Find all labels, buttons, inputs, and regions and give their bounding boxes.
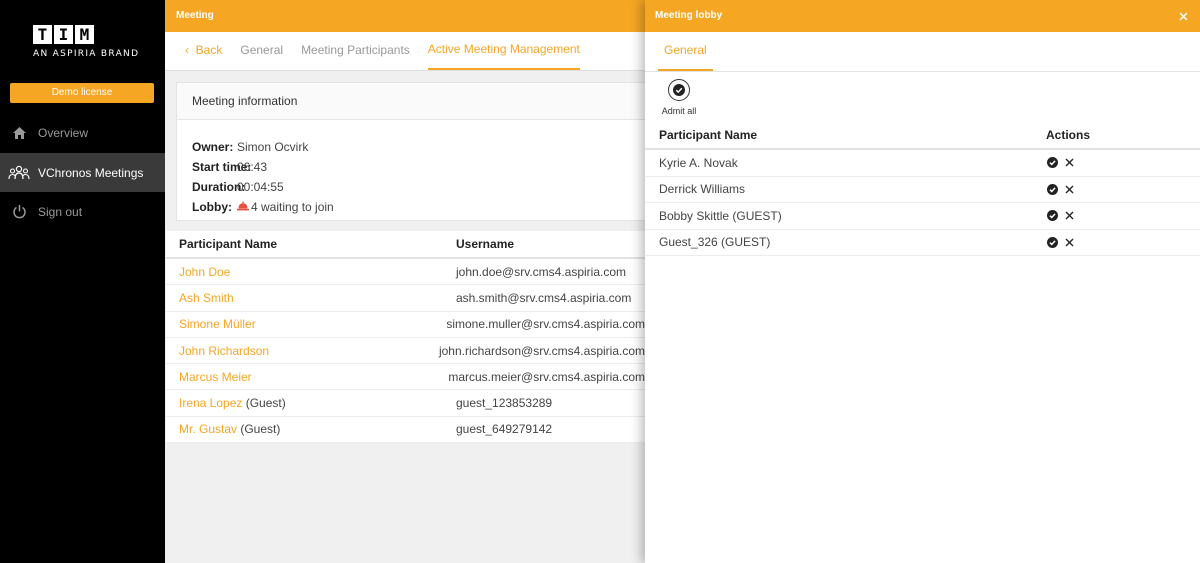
- participant-link[interactable]: Mr. Gustav: [179, 422, 237, 436]
- list-item: Guest_326 (GUEST): [645, 230, 1200, 256]
- brand-letter: T: [33, 25, 52, 44]
- owner-value: Simon Ocvirk: [237, 140, 309, 154]
- participant-username: simone.muller@srv.cms4.aspiria.com: [446, 317, 645, 332]
- tab-bar: ‹ Back General Meeting Participants Acti…: [165, 32, 645, 71]
- column-header-username: Username: [456, 237, 515, 251]
- table-row: Irena Lopez (Guest) guest_123853289: [166, 390, 645, 417]
- lobby-participant-name: Kyrie A. Novak: [659, 155, 738, 170]
- admit-check-icon[interactable]: [1046, 236, 1058, 248]
- start-time-row: Start time: 06:43: [192, 157, 645, 177]
- lobby-participant-name: Derrick Williams: [659, 182, 745, 197]
- brand-logo: T I M AN ASPIRIA BRAND: [33, 25, 140, 65]
- duration-value: 00:04:55: [237, 180, 284, 194]
- lobby-table: Participant Name Actions Kyrie A. Novak …: [645, 122, 1200, 256]
- brand-subtitle: AN ASPIRIA BRAND: [33, 49, 140, 59]
- chevron-left-icon: ‹: [185, 43, 196, 57]
- column-header-participant-name: Participant Name: [179, 237, 278, 251]
- table-row: Simone Müller simone.muller@srv.cms4.asp…: [166, 312, 645, 338]
- brand-letters: T I M: [33, 25, 133, 45]
- participant-username: john.richardson@srv.cms4.aspiria.com: [438, 343, 645, 358]
- table-row: Marcus Meier marcus.meier@srv.cms4.aspir…: [166, 364, 645, 391]
- admit-check-icon[interactable]: [1046, 157, 1058, 169]
- participant-link[interactable]: John Richardson: [179, 344, 269, 358]
- participant-username: guest_123853289: [456, 396, 553, 411]
- participant-link[interactable]: Simone Müller: [179, 317, 256, 331]
- admit-check-icon[interactable]: [1046, 183, 1058, 195]
- participant-username: guest_649279142: [456, 422, 553, 437]
- sidebar-item-sign-out[interactable]: Sign out: [0, 192, 165, 231]
- column-header-actions: Actions: [1046, 128, 1091, 142]
- admit-all-label: Admit all: [661, 106, 697, 116]
- lobby-label: Lobby:: [192, 200, 232, 214]
- lobby-tab-bar: General: [645, 32, 1200, 72]
- reject-x-icon[interactable]: [1063, 210, 1075, 222]
- sidebar-item-overview[interactable]: Overview: [0, 113, 165, 152]
- home-icon: [0, 126, 38, 140]
- participant-suffix: (Guest): [237, 422, 281, 437]
- lobby-participant-name: Bobby Skittle (GUEST): [659, 208, 782, 223]
- lobby-participant-name: Guest_326 (GUEST): [659, 235, 771, 250]
- sidebar-item-vchronos-meetings[interactable]: VChronos Meetings: [0, 153, 165, 192]
- meeting-info-card: Meeting information Owner: Simon Ocvirk …: [176, 82, 645, 221]
- page-title: Meeting: [165, 0, 645, 32]
- sidebar-item-label: Sign out: [38, 204, 83, 219]
- owner-label: Owner:: [192, 140, 234, 154]
- tab-meeting-participants[interactable]: Meeting Participants: [301, 31, 410, 70]
- reject-x-icon[interactable]: [1063, 157, 1075, 169]
- participant-link[interactable]: Marcus Meier: [179, 370, 252, 384]
- reject-x-icon[interactable]: [1063, 183, 1075, 195]
- check-circle-icon: [668, 79, 690, 101]
- owner-row: Owner: Simon Ocvirk: [192, 137, 645, 157]
- duration-row: Duration: 00:04:55: [192, 177, 645, 197]
- brand-letter: I: [54, 25, 73, 44]
- table-row: Ash Smith ash.smith@srv.cms4.aspiria.com: [166, 285, 645, 312]
- tab-general[interactable]: General: [240, 31, 283, 70]
- people-icon: [0, 164, 38, 182]
- list-item: Bobby Skittle (GUEST): [645, 203, 1200, 230]
- sidebar-item-label: VChronos Meetings: [38, 165, 144, 180]
- sidebar: T I M AN ASPIRIA BRAND Demo license Over…: [0, 0, 165, 563]
- start-time-label: Start time:: [192, 160, 252, 174]
- lobby-table-header: Participant Name Actions: [645, 122, 1200, 150]
- start-time-value: 06:43: [237, 160, 268, 174]
- meeting-info-title: Meeting information: [177, 83, 645, 120]
- lobby-title: Meeting lobby: [655, 10, 723, 21]
- meeting-lobby-panel: Meeting lobby General Admit all Particip…: [645, 0, 1200, 563]
- lobby-waiting-link[interactable]: 4 waiting to join: [237, 200, 334, 214]
- tab-active-meeting-management[interactable]: Active Meeting Management: [427, 31, 580, 70]
- back-button[interactable]: ‹ Back: [185, 31, 222, 70]
- table-row: Mr. Gustav (Guest) guest_649279142: [166, 417, 645, 444]
- participant-username: john.doe@srv.cms4.aspiria.com: [456, 264, 627, 279]
- duration-label: Duration:: [192, 180, 246, 194]
- admit-check-icon[interactable]: [1046, 210, 1058, 222]
- sidebar-item-label: Overview: [38, 125, 89, 140]
- column-header-participant-name: Participant Name: [659, 128, 758, 142]
- back-label: Back: [195, 43, 223, 57]
- lobby-bell-icon: [237, 200, 249, 214]
- table-row: John Doe john.doe@srv.cms4.aspiria.com: [166, 259, 645, 286]
- close-icon[interactable]: [1179, 0, 1188, 32]
- table-header: Participant Name Username: [166, 231, 645, 259]
- participant-link[interactable]: Ash Smith: [179, 291, 234, 305]
- reject-x-icon[interactable]: [1063, 236, 1075, 248]
- lobby-waiting-text: 4 waiting to join: [251, 200, 334, 214]
- participants-table: Participant Name Username John Doe john.…: [166, 231, 645, 444]
- list-item: Kyrie A. Novak: [645, 150, 1200, 177]
- participant-username: ash.smith@srv.cms4.aspiria.com: [456, 290, 632, 305]
- lobby-header: Meeting lobby: [645, 0, 1200, 32]
- tab-lobby-general[interactable]: General: [658, 31, 713, 71]
- participant-suffix: (Guest): [242, 396, 286, 411]
- power-icon: [0, 204, 38, 219]
- table-row: John Richardson john.richardson@srv.cms4…: [166, 338, 645, 365]
- demo-license-button[interactable]: Demo license: [10, 83, 154, 103]
- participant-username: marcus.meier@srv.cms4.aspiria.com: [448, 369, 645, 384]
- participant-link[interactable]: Irena Lopez: [179, 396, 242, 410]
- admit-all-button[interactable]: Admit all: [662, 79, 696, 116]
- participant-link[interactable]: John Doe: [179, 265, 230, 279]
- list-item: Derrick Williams: [645, 177, 1200, 203]
- lobby-row: Lobby: 4 waiting to join: [192, 197, 645, 217]
- brand-letter: M: [75, 25, 94, 44]
